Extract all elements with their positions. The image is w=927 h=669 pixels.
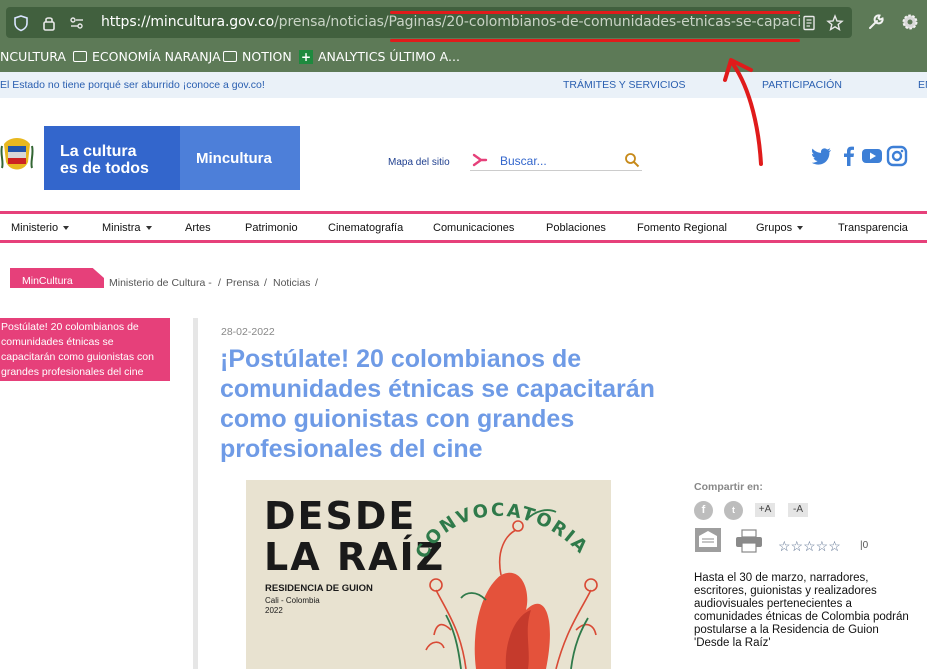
bookmark-star-icon[interactable] — [826, 14, 844, 32]
breadcrumb-ministerio[interactable]: Ministerio de Cultura - — [109, 277, 212, 289]
bookmark-item[interactable]: NCULTURA — [0, 49, 66, 64]
rating-count-value: 0 — [862, 540, 869, 551]
nav-item-ministerio[interactable]: Ministerio — [11, 222, 70, 234]
rating-count: |0 — [860, 540, 869, 551]
caret-down-icon — [797, 226, 804, 231]
nav-item-label: Ministerio — [11, 222, 59, 234]
nav-item-patrimonio[interactable]: Patrimonio — [245, 222, 298, 234]
main-nav: Ministerio Ministra Artes Patrimonio Cin… — [0, 211, 927, 243]
bookmark-label: ANALYTICS ÚLTIMO A... — [318, 49, 460, 64]
article-date: 28-02-2022 — [221, 326, 275, 338]
breadcrumb-noticias[interactable]: Noticias — [273, 277, 310, 289]
search-input[interactable] — [500, 153, 620, 169]
arrow-right-icon — [472, 153, 488, 167]
nav-item-ministra[interactable]: Ministra — [102, 222, 152, 234]
bookmark-item[interactable]: + ANALYTICS ÚLTIMO A... — [299, 49, 460, 64]
search-box — [470, 151, 642, 171]
annotation-underline-bottom — [390, 39, 800, 42]
twitter-share-icon[interactable]: t — [724, 501, 743, 520]
poster-floral-illustration: CONVOCATORIA ABIERTA — [406, 480, 598, 669]
bookmark-label: NOTION — [242, 49, 292, 64]
poster-year: 2022 — [265, 606, 283, 615]
breadcrumb-prensa[interactable]: Prensa — [226, 277, 259, 289]
url-text[interactable]: https://mincultura.gov.co/prensa/noticia… — [101, 14, 801, 32]
gov-slogan-link[interactable]: El Estado no tiene porqué ser aburrido ¡… — [0, 79, 265, 91]
shield-icon[interactable] — [12, 14, 30, 32]
poster-convocatoria-text: CONVOCATORIA ABIERTA — [406, 480, 591, 562]
nav-item-label: Grupos — [756, 222, 793, 234]
poster-residencia: RESIDENCIA DE GUION — [265, 583, 373, 594]
bookmark-item[interactable]: ECONOMÍA NARANJA — [73, 49, 221, 64]
poster-city: Cali - Colombia — [265, 596, 320, 605]
breadcrumb-separator: / — [264, 277, 267, 289]
gov-bar: El Estado no tiene porqué ser aburrido ¡… — [0, 72, 927, 98]
caret-down-icon — [145, 226, 152, 231]
page: https://mincultura.gov.co/prensa/noticia… — [0, 0, 927, 669]
tramites-link[interactable]: TRÁMITES Y SERVICIOS — [563, 79, 686, 91]
twitter-icon[interactable] — [810, 145, 832, 167]
browser-chrome: https://mincultura.gov.co/prensa/noticia… — [0, 0, 927, 72]
instagram-icon[interactable] — [886, 145, 908, 167]
wrench-icon[interactable] — [866, 12, 886, 32]
caret-down-icon — [63, 226, 70, 231]
reader-view-icon[interactable] — [800, 14, 818, 32]
nav-item-cinematografia[interactable]: Cinematografía — [328, 222, 403, 234]
mincultura-tag[interactable]: MinCultura — [10, 268, 104, 288]
bookmarks-bar: NCULTURA ECONOMÍA NARANJA NOTION + ANALYT… — [0, 45, 927, 69]
nav-item-transparencia[interactable]: Transparencia — [838, 222, 908, 234]
logo-brand: Mincultura — [196, 150, 272, 167]
nav-item-artes[interactable]: Artes — [185, 222, 211, 234]
search-icon[interactable] — [624, 152, 640, 168]
logo-slogan-line2: es de todos — [60, 160, 149, 177]
colombia-coat-of-arms-icon — [0, 138, 34, 170]
font-decrease-button[interactable]: -A — [788, 503, 808, 517]
url-host: https://mincultura.gov.co — [101, 14, 275, 30]
bookmark-label: ECONOMÍA NARANJA — [92, 49, 221, 64]
facebook-icon[interactable] — [838, 145, 860, 167]
font-increase-button[interactable]: +A — [755, 503, 775, 517]
share-label: Compartir en: — [694, 481, 763, 493]
logo-slogan-line1: La cultura — [60, 143, 137, 160]
annotation-underline-top — [390, 11, 800, 14]
settings-gear-icon[interactable] — [900, 12, 920, 32]
bookmark-item[interactable]: NOTION — [223, 49, 292, 64]
email-icon[interactable] — [694, 527, 722, 553]
sidebar-item-active[interactable]: Postúlate! 20 colombianos de comunidades… — [0, 318, 170, 381]
print-icon[interactable] — [734, 529, 764, 553]
content-divider — [193, 318, 198, 669]
language-link[interactable]: EN — [918, 79, 927, 91]
nav-item-poblaciones[interactable]: Poblaciones — [546, 222, 606, 234]
annotation-arrow — [723, 58, 763, 166]
url-path: /prensa/noticias/Paginas/20-colombianos-… — [274, 14, 801, 30]
nav-item-comunicaciones[interactable]: Comunicaciones — [433, 222, 514, 234]
lock-icon[interactable] — [40, 14, 58, 32]
folder-icon — [73, 51, 87, 62]
mincultura-logo[interactable]: La cultura es de todos Mincultura — [44, 126, 300, 190]
article-title: ¡Postúlate! 20 colombianos de comunidade… — [220, 345, 655, 463]
youtube-icon[interactable] — [861, 145, 883, 167]
poster-location: Cali - Colombia 2022 — [265, 596, 320, 616]
article-poster-image: DESDE LA RAÍZ RESIDENCIA DE GUION Cali - … — [246, 480, 611, 669]
nav-item-grupos[interactable]: Grupos — [756, 222, 804, 234]
nav-item-label: Ministra — [102, 222, 141, 234]
rating-stars[interactable]: ☆☆☆☆☆ — [778, 538, 841, 555]
nav-item-fomento-regional[interactable]: Fomento Regional — [637, 222, 727, 234]
svg-text:CONVOCATORIA ABIERTA: CONVOCATORIA ABIERTA — [406, 480, 593, 562]
facebook-share-icon[interactable]: f — [694, 501, 713, 520]
logo-slogan: La cultura es de todos — [60, 143, 149, 177]
permissions-icon[interactable] — [68, 14, 86, 32]
folder-icon — [223, 51, 237, 62]
article-summary: Hasta el 30 de marzo, narradores, escrit… — [694, 572, 909, 649]
analytics-plus-icon: + — [299, 49, 313, 64]
bookmark-label: NCULTURA — [0, 49, 66, 64]
breadcrumb-separator: / — [218, 277, 221, 289]
breadcrumb-separator: / — [315, 277, 318, 289]
mapa-del-sitio-link[interactable]: Mapa del sitio — [388, 157, 450, 168]
